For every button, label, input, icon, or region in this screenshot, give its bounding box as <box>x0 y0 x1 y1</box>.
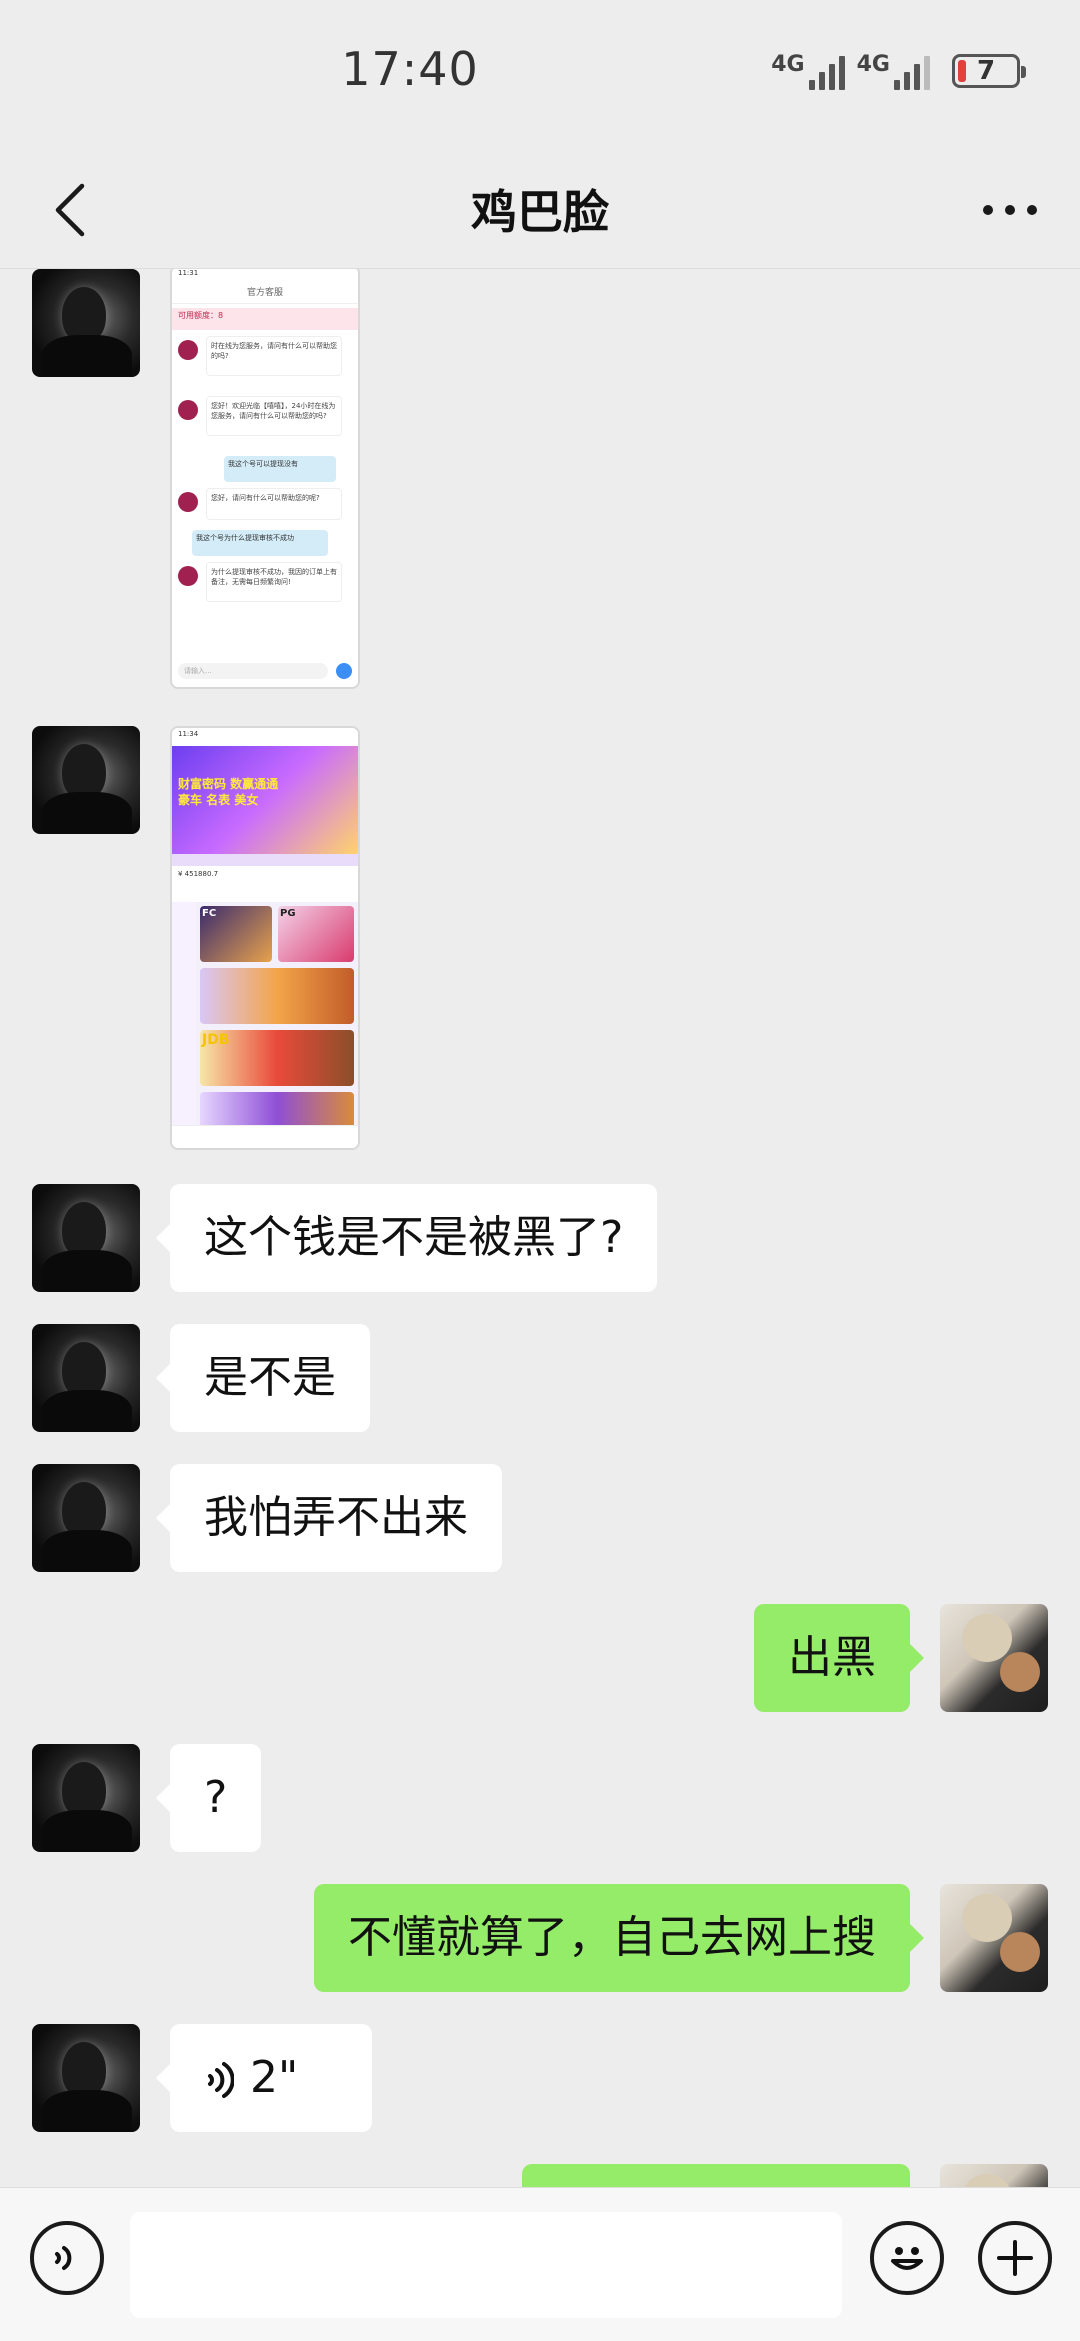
mini-balance: ¥ 451880.7 <box>172 866 358 902</box>
battery-level: 7 <box>976 56 996 86</box>
input-bar <box>0 2187 1080 2341</box>
chat-title: 鸡巴脸 <box>471 185 609 239</box>
voice-duration: 2" <box>250 2052 299 2103</box>
back-button[interactable] <box>30 170 110 250</box>
status-bar: 17:40 4G 4G 7 <box>0 0 1080 150</box>
mini-message: 您好，请问有什么可以帮助您的呢? <box>206 488 342 520</box>
my-avatar[interactable] <box>940 1604 1048 1712</box>
mini-message: 时在线为您服务，请问有什么可以帮助您的吗? <box>206 336 342 376</box>
emoji-button[interactable] <box>870 2221 944 2295</box>
contact-avatar[interactable] <box>32 1324 140 1432</box>
banner-line-1: 财富密码 数赢通通 <box>178 777 279 791</box>
more-dots-icon <box>983 205 1037 215</box>
message-bubble-received[interactable]: ? <box>155 1744 262 1852</box>
mini-banner: 可用额度：8 <box>172 308 358 330</box>
image-message[interactable]: 11:31 官方客服 可用额度：8 时在线为您服务，请问有什么可以帮助您的吗? … <box>170 269 360 689</box>
status-time: 17:40 <box>341 42 479 96</box>
mini-plus-icon <box>336 663 352 679</box>
more-button[interactable] <box>970 170 1050 250</box>
mini-game-tile: FC <box>200 906 272 962</box>
message-bubble-received[interactable]: 是不是 <box>156 1324 370 1432</box>
message-input[interactable] <box>130 2212 842 2318</box>
message-bubble-received[interactable]: 我怕弄不出来 <box>156 1464 502 1572</box>
mini-message: 为什么提现审核不成功，我因的订单上有备注，无需每日频繁询问! <box>206 562 342 602</box>
banner-line-2: 豪车 名表 美女 <box>178 793 259 807</box>
mini-status: 11:34 <box>172 728 358 746</box>
network-2-label: 4G <box>856 52 890 77</box>
mini-title: 官方客服 <box>172 283 358 304</box>
my-avatar[interactable] <box>940 1884 1048 1992</box>
network-1-label: 4G <box>771 52 805 77</box>
voice-toggle-icon <box>55 2246 72 2270</box>
contact-avatar[interactable] <box>32 1464 140 1572</box>
contact-avatar[interactable] <box>32 1744 140 1852</box>
contact-avatar[interactable] <box>32 1184 140 1292</box>
mini-status: 11:31 <box>178 269 199 277</box>
mini-bottom-nav <box>172 1125 358 1148</box>
contact-avatar[interactable] <box>32 726 140 834</box>
battery-icon: 7 <box>952 54 1026 88</box>
mini-game-tile: PG <box>278 906 354 962</box>
contact-avatar[interactable] <box>32 269 140 377</box>
mini-game-grid: FC PG JDB <box>172 902 358 1132</box>
chat-header: 鸡巴脸 <box>0 150 1080 269</box>
mini-game-tile <box>200 968 354 1024</box>
network-1: 4G <box>771 52 845 90</box>
network-2: 4G <box>857 52 930 90</box>
mini-promo-banner: 财富密码 数赢通通 豪车 名表 美女 <box>172 746 358 854</box>
mini-input: 请输入... <box>178 663 328 679</box>
plus-icon <box>997 2240 1033 2276</box>
image-message[interactable]: 11:34 财富密码 数赢通通 豪车 名表 美女 ¥ 451880.7 FC P… <box>170 726 360 1150</box>
mini-my-message: 我这个号为什么提现审核不成功 <box>192 530 328 556</box>
message-bubble-sent[interactable]: 出黑 <box>754 1604 924 1712</box>
mini-my-message: 我这个号可以提现没有 <box>224 456 336 482</box>
chat-message-list[interactable]: 11:31 官方客服 可用额度：8 时在线为您服务，请问有什么可以帮助您的吗? … <box>0 269 1080 2187</box>
my-avatar[interactable] <box>940 2164 1048 2187</box>
message-bubble-received[interactable]: 这个钱是不是被黑了? <box>155 1184 658 1292</box>
mini-game-tile: JDB <box>200 1030 354 1086</box>
chevron-left-icon <box>55 183 85 237</box>
status-icons: 4G 4G 7 <box>771 52 1026 90</box>
mini-message: 您好！欢迎光临【嘻嘻】，24小时在线为您服务，请问有什么可以帮助您的吗? <box>206 396 342 436</box>
plus-button[interactable] <box>978 2221 1052 2295</box>
message-bubble-sent[interactable]: 不懂就算了，自己去网上搜 <box>314 1884 924 1992</box>
emoji-icon <box>891 2247 923 2270</box>
signal-icon <box>808 52 845 90</box>
voice-toggle-button[interactable] <box>30 2221 104 2295</box>
contact-avatar[interactable] <box>32 2024 140 2132</box>
signal-icon <box>894 52 930 90</box>
voice-wave-icon <box>208 2062 234 2098</box>
message-bubble-sent[interactable] <box>522 2164 910 2187</box>
voice-message[interactable]: 2" <box>156 2024 372 2132</box>
